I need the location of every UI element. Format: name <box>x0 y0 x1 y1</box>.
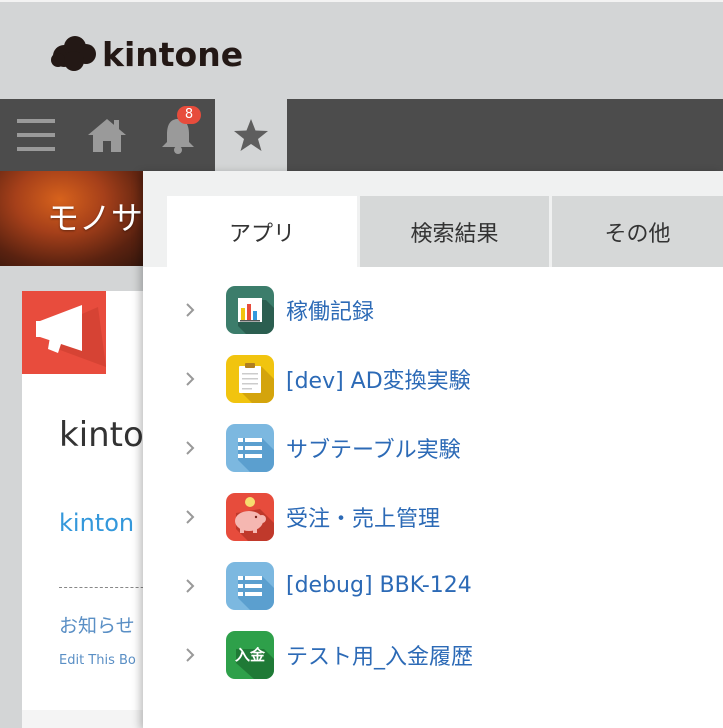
notification-count-badge: 8 <box>177 106 201 124</box>
app-name[interactable]: 稼働記録 <box>286 294 374 326</box>
app-name[interactable]: 受注・売上管理 <box>286 501 440 533</box>
app-name[interactable]: [debug] BBK-124 <box>286 573 472 598</box>
list-icon <box>226 423 274 472</box>
logo-text: kintone <box>102 34 244 74</box>
deposit-icon: 入金 <box>226 630 274 679</box>
clipboard-icon <box>226 354 274 403</box>
cloud-logo-icon <box>51 36 96 71</box>
app-name[interactable]: テスト用_入金履歴 <box>286 639 473 671</box>
list-item-app[interactable]: 稼働記録 <box>143 275 723 344</box>
kintone-logo[interactable]: kintone <box>50 34 243 74</box>
home-button[interactable] <box>71 99 143 171</box>
list-item-app[interactable]: 受注・売上管理 <box>143 482 723 551</box>
chevron-right-icon[interactable] <box>183 302 197 317</box>
edit-board-link[interactable]: Edit This Bo <box>59 653 136 668</box>
chevron-right-icon[interactable] <box>183 509 197 524</box>
card-link[interactable]: kinton <box>59 509 134 537</box>
deposit-icon-label: 入金 <box>234 646 265 664</box>
app-name[interactable]: サブテーブル実験 <box>286 432 461 464</box>
chevron-right-icon[interactable] <box>183 371 197 386</box>
chevron-right-icon[interactable] <box>183 440 197 455</box>
space-card: kinto kinton お知らせ Edit This Bo <box>22 291 162 728</box>
chevron-right-icon[interactable] <box>183 578 197 593</box>
list-item-app[interactable]: サブテーブル実験 <box>143 413 723 482</box>
home-icon <box>88 119 126 152</box>
menu-icon <box>17 119 55 151</box>
bar-chart-icon <box>226 285 274 334</box>
notice-link[interactable]: お知らせ <box>59 611 135 638</box>
list-item-app[interactable]: [dev] AD変換実験 <box>143 344 723 413</box>
star-icon <box>234 119 268 151</box>
list-item-app[interactable]: [debug] BBK-124 <box>143 551 723 620</box>
tab-other[interactable]: その他 <box>552 196 723 267</box>
tab-search-results[interactable]: 検索結果 <box>360 196 549 267</box>
app-name[interactable]: [dev] AD変換実験 <box>286 363 471 395</box>
favorites-button[interactable] <box>215 99 287 171</box>
tab-apps[interactable]: アプリ <box>167 196 357 267</box>
space-title: モノサ <box>47 199 144 237</box>
list-item-app[interactable]: 入金 テスト用_入金履歴 <box>143 620 723 689</box>
card-heading: kinto <box>59 415 144 455</box>
piggy-bank-icon <box>226 492 274 541</box>
menu-button[interactable] <box>0 99 72 171</box>
page-footer-strip <box>22 710 162 728</box>
favorites-tabs: アプリ 検索結果 その他 <box>143 171 723 267</box>
chevron-right-icon[interactable] <box>183 647 197 662</box>
logo-header: kintone <box>0 0 723 99</box>
list-icon <box>226 561 274 610</box>
global-nav-bar <box>0 99 723 171</box>
favorites-dropdown: アプリ 検索結果 その他 稼働記録 [dev] AD変換実験 サブテーブル実験 … <box>143 171 723 728</box>
megaphone-icon <box>22 291 106 374</box>
space-hero-banner: モノサ <box>0 171 150 266</box>
